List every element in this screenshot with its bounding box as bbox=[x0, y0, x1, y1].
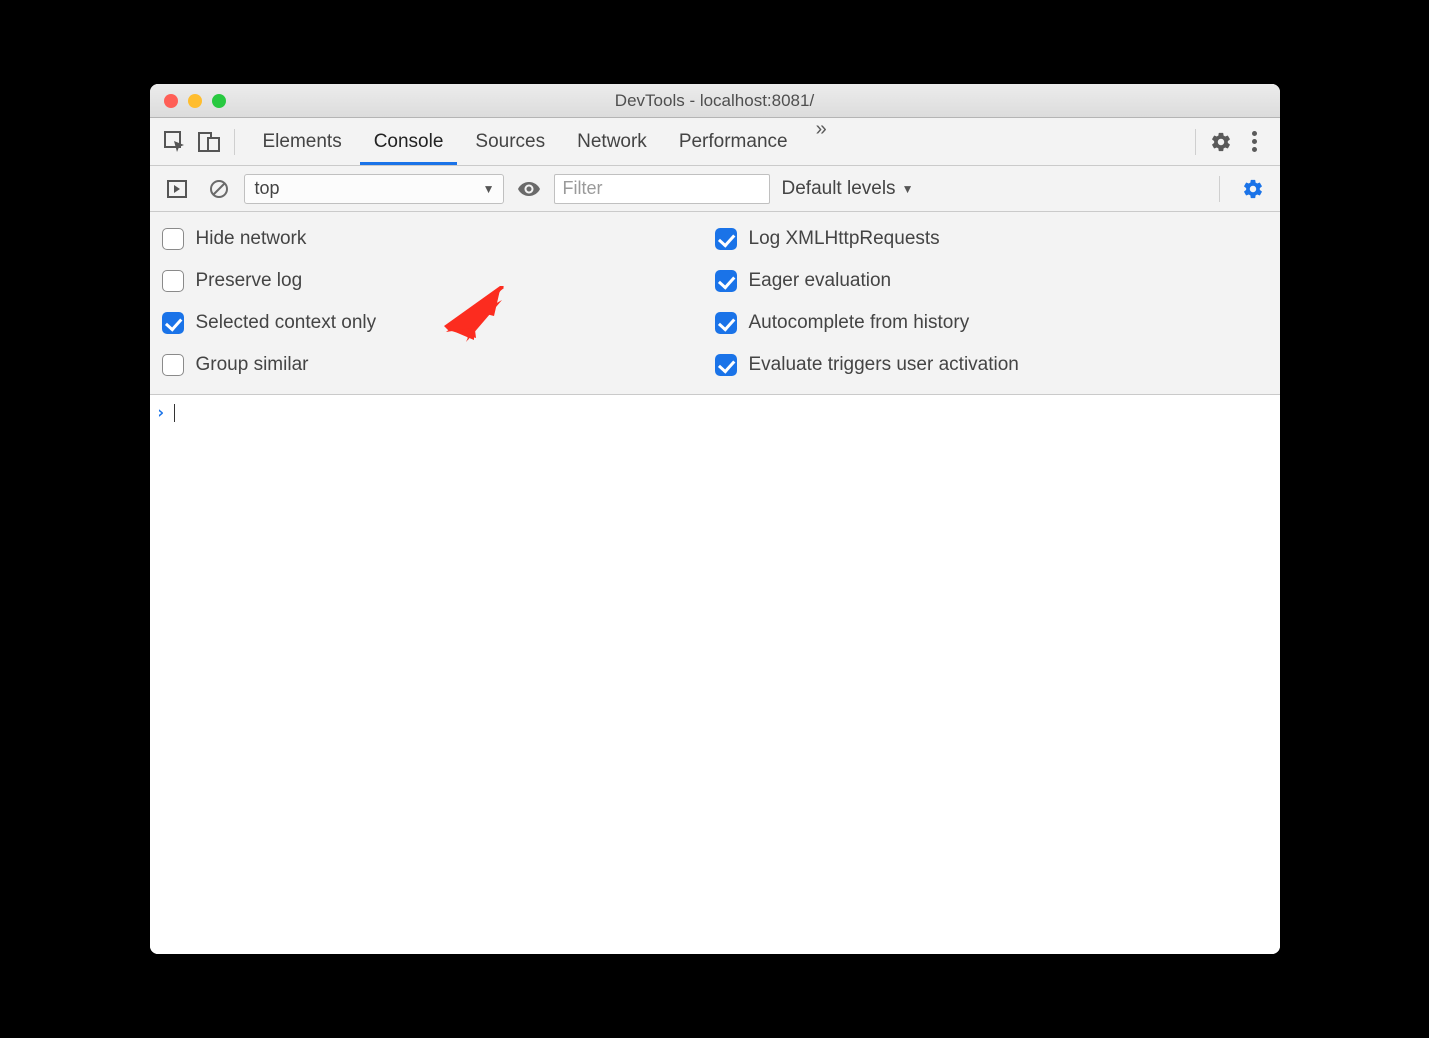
option-log-xhr[interactable]: Log XMLHttpRequests bbox=[715, 228, 1268, 250]
console-settings-panel: Hide network Log XMLHttpRequests Preserv… bbox=[150, 212, 1280, 395]
option-hide-network[interactable]: Hide network bbox=[162, 228, 715, 250]
option-label: Preserve log bbox=[196, 270, 303, 292]
tab-performance[interactable]: Performance bbox=[665, 118, 802, 165]
sidebar-icon bbox=[167, 179, 187, 199]
more-menu-button[interactable] bbox=[1240, 127, 1270, 157]
separator bbox=[1219, 176, 1220, 202]
inspect-element-icon[interactable] bbox=[160, 127, 190, 157]
clear-console-button[interactable] bbox=[204, 174, 234, 204]
text-caret bbox=[174, 404, 175, 422]
prompt-chevron-icon: › bbox=[156, 403, 166, 423]
checkbox[interactable] bbox=[715, 354, 737, 376]
tabs-overflow-button[interactable]: » bbox=[806, 118, 837, 165]
tab-elements[interactable]: Elements bbox=[249, 118, 356, 165]
checkbox[interactable] bbox=[162, 354, 184, 376]
log-levels-selector[interactable]: Default levels ▼ bbox=[778, 178, 918, 200]
tab-label: Network bbox=[577, 131, 647, 153]
checkbox[interactable] bbox=[162, 312, 184, 334]
eye-icon bbox=[517, 177, 541, 201]
toggle-drawer-button[interactable] bbox=[162, 174, 192, 204]
checkbox[interactable] bbox=[715, 228, 737, 250]
option-label: Group similar bbox=[196, 354, 309, 376]
settings-button[interactable] bbox=[1206, 127, 1236, 157]
option-label: Eager evaluation bbox=[749, 270, 892, 292]
window-titlebar: DevTools - localhost:8081/ bbox=[150, 84, 1280, 118]
console-settings-button[interactable] bbox=[1238, 174, 1268, 204]
window-maximize-button[interactable] bbox=[212, 94, 226, 108]
tab-sources[interactable]: Sources bbox=[461, 118, 559, 165]
option-selected-context-only[interactable]: Selected context only bbox=[162, 312, 715, 334]
tab-console[interactable]: Console bbox=[360, 118, 458, 165]
window-traffic-lights bbox=[150, 94, 226, 108]
clear-icon bbox=[209, 179, 229, 199]
checkbox[interactable] bbox=[162, 228, 184, 250]
tab-network[interactable]: Network bbox=[563, 118, 661, 165]
tab-label: Console bbox=[374, 131, 444, 153]
option-preserve-log[interactable]: Preserve log bbox=[162, 270, 715, 292]
device-toolbar-icon[interactable] bbox=[194, 127, 224, 157]
devtools-tabstrip: Elements Console Sources Network Perform… bbox=[150, 118, 1280, 166]
filter-input-container bbox=[554, 174, 770, 204]
context-value: top bbox=[255, 178, 280, 199]
panel-tabs: Elements Console Sources Network Perform… bbox=[249, 118, 837, 165]
console-prompt[interactable]: › bbox=[156, 403, 1274, 423]
chevrons-icon: » bbox=[816, 118, 827, 140]
dropdown-triangle-icon: ▼ bbox=[902, 182, 914, 196]
option-autocomplete-history[interactable]: Autocomplete from history bbox=[715, 312, 1268, 334]
tab-label: Elements bbox=[263, 131, 342, 153]
tab-label: Performance bbox=[679, 131, 788, 153]
option-label: Hide network bbox=[196, 228, 307, 250]
window-close-button[interactable] bbox=[164, 94, 178, 108]
console-toolbar: top ▼ Default levels ▼ bbox=[150, 166, 1280, 212]
live-expression-button[interactable] bbox=[514, 174, 544, 204]
gear-icon bbox=[1210, 131, 1232, 153]
devtools-window: DevTools - localhost:8081/ Elements Cons… bbox=[150, 84, 1280, 954]
option-label: Log XMLHttpRequests bbox=[749, 228, 940, 250]
option-label: Evaluate triggers user activation bbox=[749, 354, 1019, 376]
option-eager-eval[interactable]: Eager evaluation bbox=[715, 270, 1268, 292]
separator bbox=[1195, 129, 1196, 155]
filter-input[interactable] bbox=[563, 178, 761, 199]
option-label: Selected context only bbox=[196, 312, 377, 334]
console-output[interactable]: › bbox=[150, 395, 1280, 954]
context-selector[interactable]: top ▼ bbox=[244, 174, 504, 204]
kebab-icon bbox=[1252, 131, 1257, 152]
dropdown-triangle-icon: ▼ bbox=[483, 182, 495, 196]
log-levels-label: Default levels bbox=[782, 178, 896, 200]
option-label: Autocomplete from history bbox=[749, 312, 970, 334]
window-minimize-button[interactable] bbox=[188, 94, 202, 108]
option-group-similar[interactable]: Group similar bbox=[162, 354, 715, 376]
checkbox[interactable] bbox=[715, 270, 737, 292]
window-title: DevTools - localhost:8081/ bbox=[150, 91, 1280, 111]
option-user-activation[interactable]: Evaluate triggers user activation bbox=[715, 354, 1268, 376]
checkbox[interactable] bbox=[162, 270, 184, 292]
checkbox[interactable] bbox=[715, 312, 737, 334]
tab-label: Sources bbox=[475, 131, 545, 153]
separator bbox=[234, 129, 235, 155]
gear-icon bbox=[1242, 178, 1264, 200]
